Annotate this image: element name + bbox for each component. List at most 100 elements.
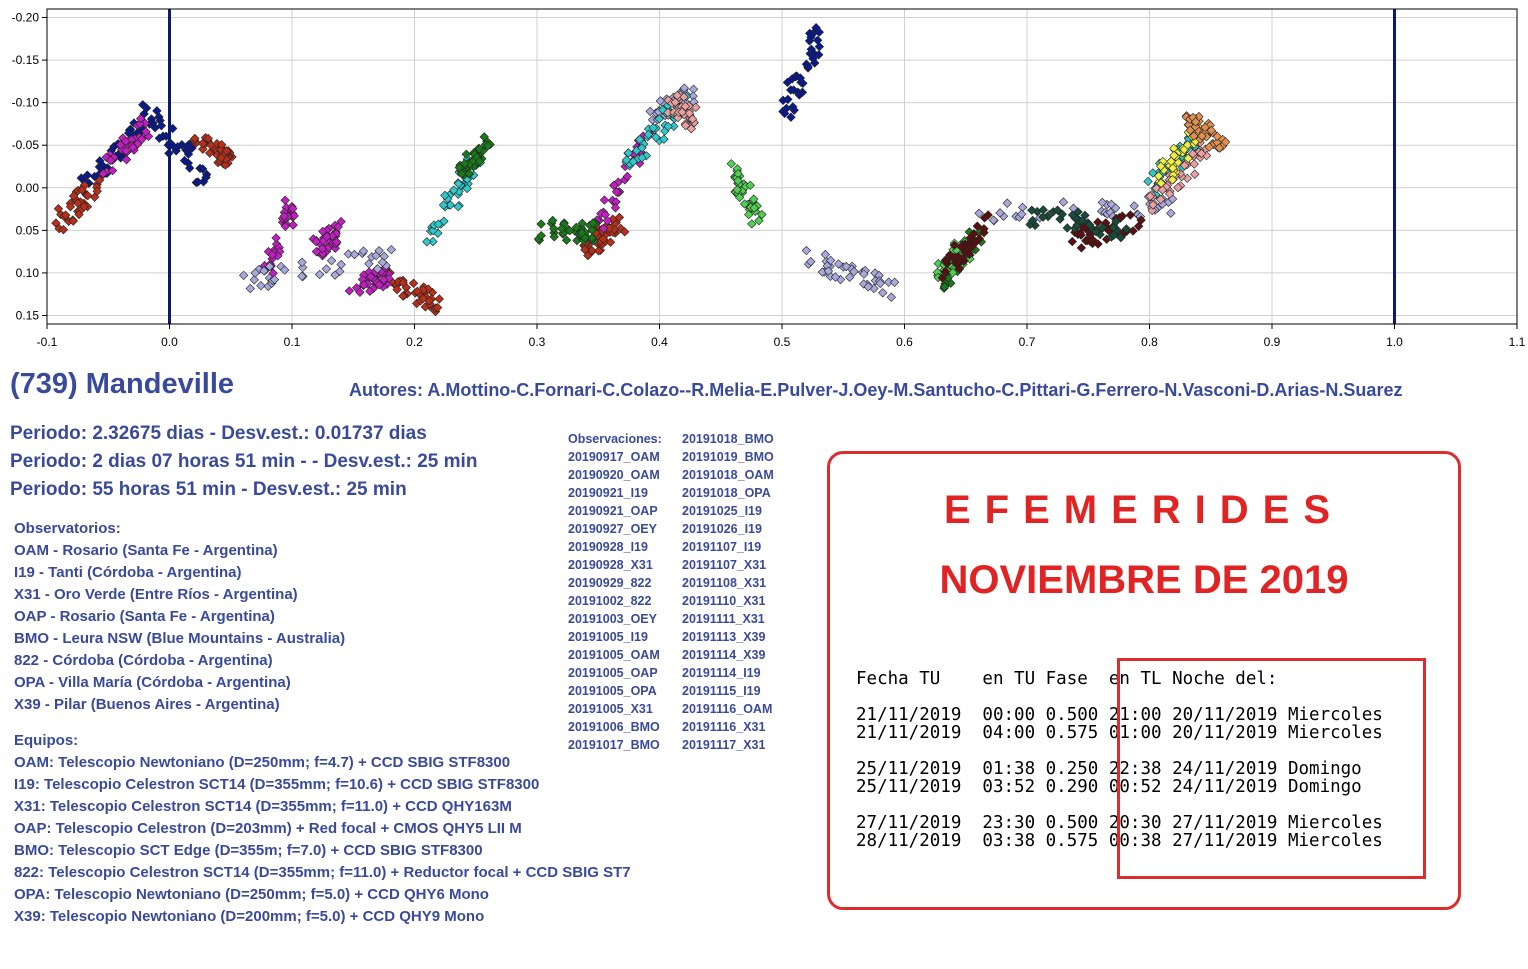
data-point — [245, 283, 255, 294]
equipment-item: OPA: Telescopio Newtoniano (D=250mm; f=5… — [14, 886, 489, 903]
periods-block: Periodo: 2.32675 dias - Desv.est.: 0.017… — [10, 420, 477, 504]
observation-item: 20191108_X31 — [682, 576, 767, 590]
data-point — [249, 275, 259, 285]
data-point — [271, 233, 281, 243]
data-point — [1143, 176, 1153, 187]
equipment-heading: Equipos: — [14, 732, 79, 749]
observatory-item: 822 - Córdoba (Córdoba - Argentina) — [14, 652, 273, 669]
observation-item: 20191002_822 — [568, 594, 652, 608]
observation-item: 20191005_I19 — [568, 630, 648, 644]
data-point — [878, 288, 888, 298]
data-point — [349, 249, 360, 260]
local-time-highlight — [1117, 658, 1426, 879]
observation-item: 20191117_X31 — [682, 738, 766, 752]
data-point — [1002, 198, 1012, 208]
data-point — [1125, 210, 1136, 220]
data-point — [726, 159, 736, 169]
observation-item: 20191114_I19 — [682, 666, 761, 680]
data-point — [1076, 243, 1087, 253]
data-point — [1067, 236, 1077, 247]
equipment-item: 822: Telescopio Celestron SCT14 (D=355mm… — [14, 864, 631, 881]
observation-item: 20191116_OAM — [682, 702, 773, 716]
x-tick-label: 1.0 — [1386, 335, 1403, 349]
equipment-item: X39: Telescopio Newtoniano (D=200mm; f=5… — [14, 908, 485, 925]
observation-item: 20190929_822 — [568, 576, 652, 590]
equipment-item: OAP: Telescopio Celestron (D=203mm) + Re… — [14, 820, 522, 837]
y-axis-ticks: -0.20 -0.15 -0.10 -0.05 0.00 0.05 0.10 0.15 — [12, 11, 47, 322]
ephemerides-month: NOVIEMBRE DE 2019 — [939, 558, 1349, 602]
data-point — [422, 237, 432, 247]
period-days: Periodo: 2.32675 dias - Desv.est.: 0.017… — [10, 423, 427, 444]
observation-item: 20191006_BMO — [568, 720, 660, 734]
x-tick-label: 0.7 — [1019, 335, 1036, 349]
period-hours: Periodo: 55 horas 51 min - Desv.est.: 25… — [10, 479, 407, 500]
observatories-heading: Observatorios: — [14, 520, 121, 537]
period-hours-min: Periodo: 2 dias 07 horas 51 min - - Desv… — [10, 451, 478, 472]
x-tick-label: 0.9 — [1264, 335, 1281, 349]
lightcurve-chart: -0.1 0.0 0.1 0.2 0.3 0.4 0.5 0.6 0.7 0.8 0.9 1.0 1.1… — [12, 8, 1526, 349]
data-point — [889, 277, 900, 287]
x-tick-label: 0.3 — [529, 335, 546, 349]
observation-item: 20191018_BMO — [682, 432, 774, 446]
equipment-item: X31: Telescopio Celestron SCT14 (D=355mm… — [14, 798, 512, 815]
observation-item: 20191025_I19 — [682, 504, 762, 518]
page-title: (739) Mandeville — [10, 368, 235, 400]
x-tick-label: 0.6 — [896, 335, 913, 349]
data-point — [336, 259, 346, 270]
data-point — [1189, 159, 1199, 169]
equipment-item: OAM: Telescopio Newtoniano (D=250mm; f=4… — [14, 754, 511, 771]
x-tick-label: 0.8 — [1141, 335, 1158, 349]
x-tick-label: 0.1 — [284, 335, 301, 349]
observation-item: 20190920_OAM — [568, 468, 660, 482]
x-tick-label: -0.1 — [37, 335, 58, 349]
y-tick-label: -0.10 — [12, 96, 40, 110]
observation-item: 20191005_X31 — [568, 702, 653, 716]
y-tick-label: -0.05 — [12, 138, 40, 152]
observation-item: 20191019_BMO — [682, 450, 774, 464]
data-point — [408, 278, 419, 288]
y-tick-label: -0.15 — [12, 53, 40, 67]
observation-item: 20191107_X31 — [682, 558, 767, 572]
data-point — [1166, 208, 1176, 218]
x-tick-label: 0.5 — [774, 335, 791, 349]
y-tick-label: -0.20 — [12, 11, 40, 25]
observation-item: 20191113_X39 — [682, 630, 766, 644]
observation-item: 20191026_I19 — [682, 522, 762, 536]
observation-item: 20190928_X31 — [568, 558, 653, 572]
data-point — [326, 255, 337, 266]
data-point — [801, 245, 812, 256]
data-point — [321, 264, 332, 274]
observatory-item: X31 - Oro Verde (Entre Ríos - Argentina) — [14, 586, 298, 603]
data-point — [434, 294, 444, 304]
observation-item: 20191005_OAP — [568, 666, 658, 680]
observatories-list: Observatorios: OAM - Rosario (Santa Fe -… — [14, 518, 345, 716]
observation-item: 20191018_OAM — [682, 468, 774, 482]
data-point — [314, 269, 325, 280]
data-point — [1129, 201, 1139, 211]
y-tick-label: 0.05 — [16, 223, 40, 237]
data-point — [536, 219, 546, 229]
equipment-list: Equipos: OAM: Telescopio Newtoniano (D=2… — [14, 730, 631, 928]
x-tick-label: 0.2 — [406, 335, 423, 349]
observation-item: 20190927_OEY — [568, 522, 657, 536]
chart-points — [51, 23, 1231, 317]
observation-item: 20191003_OEY — [568, 612, 657, 626]
y-tick-label: 0.10 — [16, 266, 40, 280]
x-axis-ticks: -0.1 0.0 0.1 0.2 0.3 0.4 0.5 0.6 0.7 0.8 0.9 1.0 1.1 — [37, 324, 1526, 349]
x-tick-label: 0.0 — [161, 335, 178, 349]
observations-column-1: Observaciones: 20190917_OAM 20190920_OAM 20… — [568, 430, 678, 754]
data-point — [886, 292, 896, 302]
data-point — [1190, 169, 1200, 179]
observation-item: 20191107_I19 — [682, 540, 762, 554]
equipment-item: I19: Telescopio Celestron SCT14 (D=355mm… — [14, 776, 540, 793]
observation-item: 20190917_OAM — [568, 450, 660, 464]
observation-item: 20191005_OAM — [568, 648, 660, 662]
x-tick-label: 0.4 — [651, 335, 668, 349]
observations-column-2: 20191018_BMO 20191019_BMO 20191018_OAM 2019… — [682, 430, 792, 754]
observation-item: 20191114_X39 — [682, 648, 766, 662]
observation-item: 20191017_BMO — [568, 738, 660, 752]
observation-item: 20191111_X31 — [682, 612, 765, 626]
data-point — [599, 195, 610, 205]
observation-item: 20191116_X31 — [682, 720, 766, 734]
authors-line: Autores: A.Mottino-C.Fornari-C.Colazo--R… — [349, 380, 1403, 400]
